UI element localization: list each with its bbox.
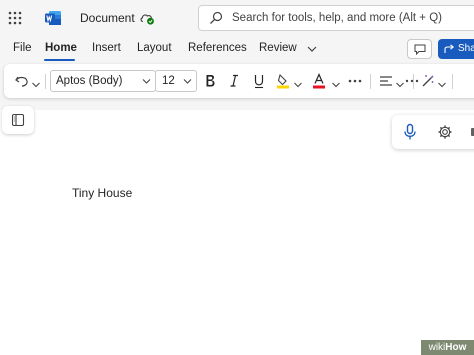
chevron-down-icon[interactable] — [331, 76, 341, 94]
chevron-down-icon[interactable] — [437, 76, 447, 94]
tab-review[interactable]: Review — [259, 42, 297, 54]
more-icon[interactable] — [405, 72, 419, 90]
microphone-icon[interactable] — [402, 123, 418, 141]
share-button[interactable]: Sha — [438, 39, 474, 59]
ribbon-toolbar-area: Aptos (Body) 12 — [0, 62, 474, 110]
tab-layout[interactable]: Layout — [137, 42, 172, 54]
font-size-value: 12 — [162, 75, 175, 87]
tab-insert[interactable]: Insert — [92, 42, 121, 54]
watermark-how: How — [445, 342, 467, 353]
dictation-bar — [392, 115, 474, 149]
title-bar: Document Search for tools, help, and mor… — [0, 0, 474, 36]
chevron-down-icon[interactable] — [395, 76, 405, 94]
more-icon[interactable] — [347, 72, 363, 90]
chevron-down-icon — [183, 79, 192, 84]
toolbar-divider — [452, 74, 453, 89]
active-tab-indicator — [44, 59, 75, 61]
styles-icon[interactable] — [420, 72, 436, 90]
search-icon — [210, 11, 223, 24]
search-input[interactable]: Search for tools, help, and more (Alt + … — [198, 5, 474, 31]
undo-icon[interactable] — [14, 72, 30, 90]
share-label: Sha — [458, 43, 474, 54]
tab-home[interactable]: Home — [45, 42, 77, 54]
font-name-value: Aptos (Body) — [56, 75, 123, 87]
toolbar-divider — [413, 74, 414, 89]
cloud-saved-icon[interactable] — [139, 10, 155, 26]
settings-icon[interactable] — [437, 124, 453, 140]
tab-references[interactable]: References — [188, 42, 247, 54]
search-placeholder: Search for tools, help, and more (Alt + … — [232, 12, 442, 24]
comment-icon — [414, 44, 426, 55]
navigation-pane-button[interactable] — [2, 106, 34, 134]
watermark-wiki: wiki — [428, 342, 446, 353]
font-size-select[interactable]: 12 — [155, 70, 197, 92]
share-icon — [444, 44, 455, 53]
align-icon[interactable] — [378, 72, 394, 90]
font-color-icon[interactable] — [311, 72, 327, 90]
chevron-down-icon[interactable] — [31, 76, 41, 94]
font-name-select[interactable]: Aptos (Body) — [50, 70, 156, 92]
ribbon-tabs: File Home Insert Layout References Revie… — [0, 36, 474, 62]
word-logo-icon[interactable] — [44, 9, 62, 27]
chevron-down-icon[interactable] — [306, 44, 318, 54]
chevron-down-icon[interactable] — [293, 76, 303, 94]
ribbon-toolbar: Aptos (Body) 12 — [4, 64, 474, 98]
tab-file[interactable]: File — [13, 42, 32, 54]
wikihow-watermark: wikiHow — [421, 340, 474, 355]
panel-icon — [11, 113, 25, 127]
document-body-text[interactable]: Tiny House — [72, 186, 132, 200]
toolbar-divider — [45, 74, 46, 89]
chevron-down-icon — [142, 79, 151, 84]
comments-button[interactable] — [407, 39, 432, 59]
italic-icon[interactable] — [227, 72, 241, 90]
highlight-icon[interactable] — [275, 72, 291, 90]
document-title[interactable]: Document — [80, 11, 135, 25]
underline-icon[interactable] — [252, 72, 266, 90]
toolbar-divider — [370, 74, 371, 89]
app-launcher-icon[interactable] — [8, 11, 22, 25]
bold-icon[interactable] — [203, 72, 217, 90]
